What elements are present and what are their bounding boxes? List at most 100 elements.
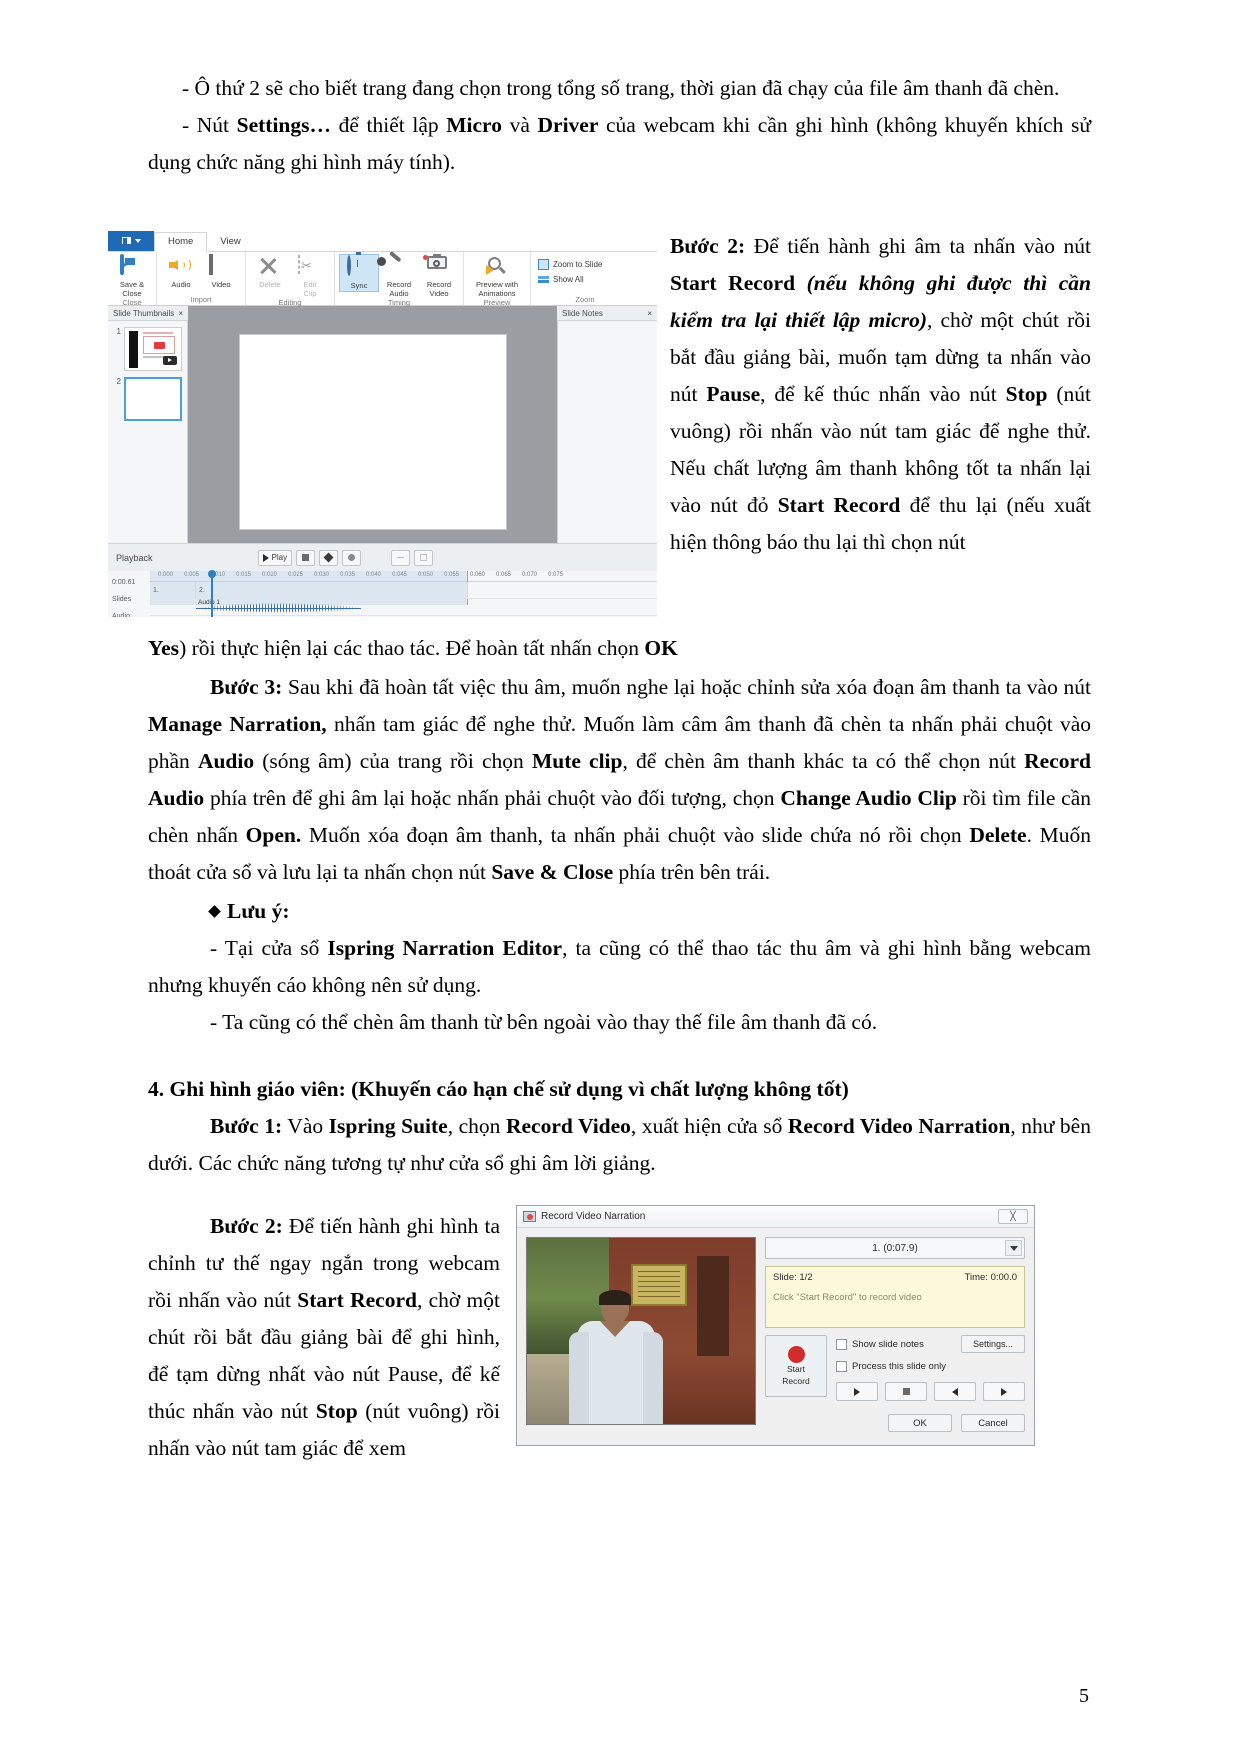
group-label-editing: Editing (278, 298, 302, 308)
ok-button[interactable]: OK (888, 1414, 952, 1432)
timeline-row-slides[interactable]: 1. 2. (150, 582, 657, 599)
start-record-button[interactable]: Start Record (765, 1335, 827, 1397)
slide-thumbnail-1[interactable]: 1 (113, 327, 182, 371)
settings-button[interactable]: Settings... (961, 1335, 1025, 1353)
playback-bar: Playback Play (108, 543, 657, 571)
start-record-label-1: Start (787, 1363, 805, 1374)
close-icon[interactable]: × (178, 309, 183, 318)
micro-term: Micro (446, 112, 502, 137)
tab-home[interactable]: Home (154, 232, 208, 252)
notes-title: Slide Notes (562, 308, 603, 318)
file-menu-button[interactable] (108, 231, 154, 251)
preview-label: Preview with Animations (475, 280, 519, 298)
record-audio-label: Record Audio (386, 280, 412, 298)
record-button[interactable] (342, 549, 362, 566)
audio-waveform (196, 603, 361, 613)
record-video-label: Record Video (426, 280, 452, 298)
group-label-import: Import (190, 295, 212, 304)
import-audio-button[interactable]: Audio (161, 254, 201, 290)
timeline-playhead[interactable] (208, 570, 215, 617)
import-video-label: Video (211, 280, 231, 289)
checkbox-icon (836, 1361, 847, 1372)
record-icon (348, 554, 356, 561)
prev-icon (323, 552, 334, 563)
note-heading: Lưu ý: (148, 893, 1091, 930)
play-button[interactable]: Play (257, 549, 293, 566)
chevron-down-icon[interactable] (1005, 1240, 1022, 1256)
sync-label: Sync (350, 281, 368, 290)
zoom-to-slide-button[interactable]: Zoom to Slide (535, 257, 605, 272)
ispring-suite-term: Ispring Suite (328, 1113, 448, 1138)
timeline-tick: 0:075 (548, 572, 564, 578)
timeline-slide-cell[interactable]: 2. (196, 582, 468, 598)
ribbon-group-import: Audio Video Import (157, 252, 246, 305)
step2-text-6: ) rồi thực hiện lại các thao tác. Để hoà… (179, 636, 645, 660)
record-video-narration-dialog[interactable]: Record Video Narration ╳ 1. (0:07.9) Sli… (516, 1205, 1035, 1446)
save-close-label: Save & Close (119, 280, 145, 298)
fit-button[interactable] (414, 549, 434, 566)
ribbon-group-editing: Delete Edit Clip Editing (246, 252, 335, 308)
close-icon[interactable]: ╳ (998, 1209, 1028, 1224)
show-all-icon (538, 274, 549, 285)
group-label-timing: Timing (387, 298, 411, 308)
show-slide-notes-checkbox[interactable]: Show slide notes (836, 1338, 924, 1350)
webcam-icon (423, 254, 451, 280)
record-video-button[interactable]: Record Video (419, 254, 459, 298)
record-audio-button[interactable]: Record Audio (377, 250, 419, 298)
group-label-preview: Preview (483, 298, 511, 308)
edit-clip-icon (298, 255, 322, 280)
stop-button[interactable] (885, 1382, 927, 1401)
prev-button[interactable] (934, 1382, 976, 1401)
timeline-row-audio[interactable]: Audio 1 (150, 599, 657, 616)
ribbon-tab-bar: Home View (108, 231, 657, 252)
group-label-zoom: Zoom (575, 295, 595, 304)
show-all-button[interactable]: Show All (535, 272, 587, 287)
paragraph-1: - Ô thứ 2 sẽ cho biết trang đang chọn tr… (148, 70, 1091, 107)
process-this-slide-checkbox[interactable]: Process this slide only (836, 1361, 1025, 1372)
save-close-button[interactable]: Save & Close (112, 254, 152, 298)
close-icon[interactable]: × (647, 309, 652, 318)
section-4-heading: 4. Ghi hình giáo viên: (Khuyến cáo hạn c… (148, 1071, 1091, 1108)
zoom-out-button[interactable] (391, 549, 411, 566)
audio-clip[interactable]: Audio 1 (196, 599, 361, 615)
next-button[interactable] (983, 1382, 1025, 1401)
document-page: - Ô thứ 2 sẽ cho biết trang đang chọn tr… (0, 0, 1239, 1754)
thumbnails-title: Slide Thumbnails (113, 308, 175, 318)
timeline-row-label-slides: Slides (112, 596, 132, 603)
record-video-icon (523, 1211, 536, 1222)
status-panel: Slide: 1/2 Time: 0:00.0 Click "Start Rec… (765, 1266, 1025, 1328)
edit-clip-button[interactable]: Edit Clip (290, 254, 330, 298)
note-1: - Tại cửa sổ Ispring Narration Editor, t… (148, 930, 1091, 1004)
slide-number: 1 (116, 327, 121, 336)
preview-with-animations-button[interactable]: Preview with Animations (468, 254, 526, 298)
change-audio-clip-term: Change Audio Clip (780, 785, 957, 810)
manage-narration-term: Manage Narration, (148, 711, 327, 736)
show-all-label: Show All (553, 275, 584, 284)
import-video-button[interactable]: Video (201, 254, 241, 290)
slide-number: 2 (116, 377, 121, 386)
timeline-slide-cell[interactable]: 1. (150, 582, 196, 598)
status-hint: Click "Start Record" to record video (773, 1292, 922, 1303)
step2-text-3: , để kế thúc nhấn vào nút (760, 381, 1006, 406)
tab-view[interactable]: View (207, 233, 253, 251)
save-close-term: Save & Close (491, 859, 614, 884)
record-video-term: Record Video (505, 1113, 631, 1138)
cancel-button[interactable]: Cancel (961, 1414, 1025, 1432)
delete-button[interactable]: Delete (250, 254, 290, 290)
process-this-slide-label: Process this slide only (852, 1361, 946, 1372)
slide-thumbnails-panel[interactable]: 1 2 (108, 321, 188, 543)
play-button[interactable] (836, 1382, 878, 1401)
sync-button[interactable]: Sync (339, 254, 379, 292)
step3-paragraph: Bước 3: Sau khi đã hoàn tất việc thu âm,… (148, 669, 1091, 891)
timeline[interactable]: 0:00.61 Slides Audio 0:000 0:005 0:010 0:01… (108, 570, 657, 617)
slide-thumbnail-2[interactable]: 2 (113, 377, 182, 421)
notes-panel-header: Slide Notes × (557, 306, 657, 321)
timeline-tracks[interactable]: 0:000 0:005 0:010 0:015 0:020 0:025 0:030 0:035… (150, 570, 657, 617)
dialog-title-bar: Record Video Narration ╳ (517, 1206, 1034, 1228)
slide-selector-dropdown[interactable]: 1. (0:07.9) (765, 1237, 1025, 1259)
slide-notes-panel[interactable] (557, 321, 657, 543)
stop-button[interactable] (296, 549, 316, 566)
mute-clip-term: Mute clip (531, 748, 623, 773)
zoom-to-slide-icon (538, 259, 549, 270)
prev-button[interactable] (319, 549, 339, 566)
